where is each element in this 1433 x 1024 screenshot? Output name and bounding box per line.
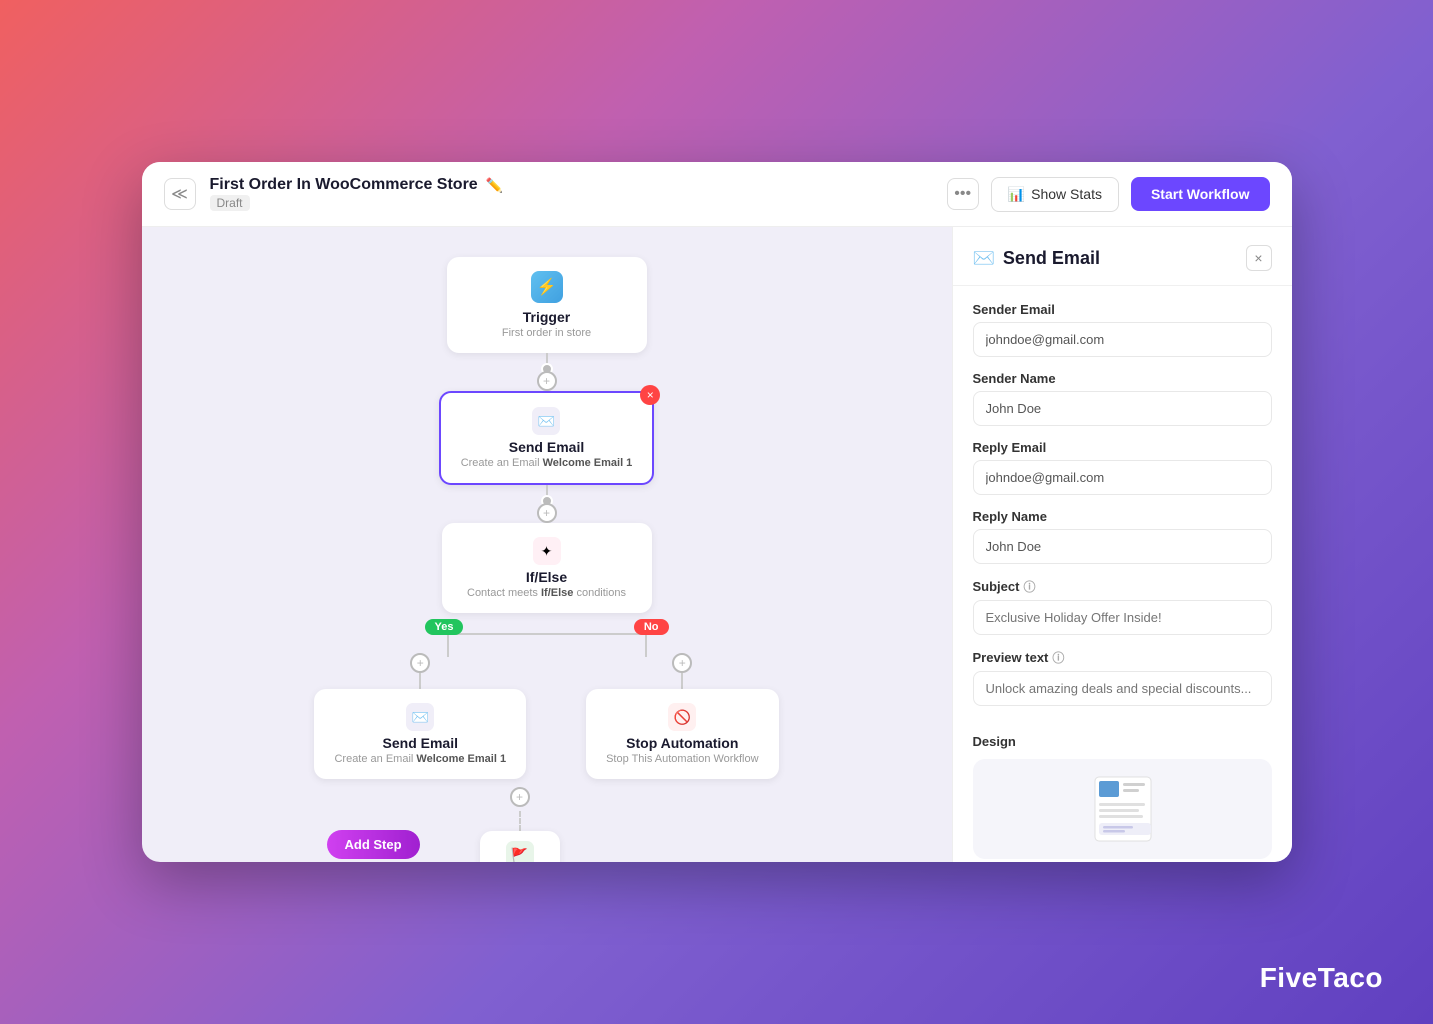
ifelse-icon: ✦	[533, 537, 561, 565]
trigger-icon: ⚡	[531, 271, 563, 303]
start-workflow-button[interactable]: Start Workflow	[1131, 177, 1270, 211]
preview-text-label: Preview text ⓘ	[973, 649, 1272, 666]
trigger-subtitle: First order in store	[467, 327, 627, 339]
content-area: ⚡ Trigger First order in store + × ✉️ Se…	[142, 227, 1292, 862]
header: ≪ First Order In WooCommerce Store ✏️ Dr…	[142, 162, 1292, 227]
yes-badge: Yes	[425, 619, 464, 635]
more-button[interactable]: •••	[947, 178, 979, 210]
no-branch: + 🚫 Stop Automation Stop This Automation…	[586, 653, 778, 779]
more-icon: •••	[954, 185, 971, 203]
send-email-yes-subtitle: Create an Email Welcome Email 1	[334, 753, 506, 765]
connector-1	[546, 353, 548, 371]
trigger-title: Trigger	[467, 309, 627, 325]
send-email-main-icon: ✉️	[532, 407, 560, 435]
reply-email-input[interactable]	[973, 460, 1272, 495]
branch-section: Yes No + ✉️ Send E	[314, 613, 778, 779]
panel-close-button[interactable]: ×	[1246, 245, 1272, 271]
right-panel: ✉️ Send Email × Sender Email Sender Name	[952, 227, 1292, 862]
status-badge: Draft	[210, 195, 250, 211]
exit-node[interactable]: 🚩 Exit	[480, 831, 560, 862]
sender-email-group: Sender Email	[973, 302, 1272, 357]
stop-automation-node[interactable]: 🚫 Stop Automation Stop This Automation W…	[586, 689, 778, 779]
branch-labels: Yes No	[397, 613, 697, 653]
sender-name-group: Sender Name	[973, 371, 1272, 426]
sender-name-label: Sender Name	[973, 371, 1272, 386]
no-badge: No	[634, 619, 669, 635]
branch-v-right	[645, 633, 647, 657]
add-between-send-ifelse[interactable]: +	[537, 503, 557, 523]
yes-branch: + ✉️ Send Email Create an Email Welcome …	[314, 653, 526, 779]
panel-body: Sender Email Sender Name Reply Email Rep…	[953, 286, 1292, 722]
add-step-button[interactable]: Add Step	[327, 830, 420, 859]
branch-nodes: + ✉️ Send Email Create an Email Welcome …	[314, 653, 778, 779]
send-email-main-node[interactable]: × ✉️ Send Email Create an Email Welcome …	[439, 391, 655, 485]
design-mockup-svg	[1077, 771, 1167, 847]
subject-group: Subject ⓘ	[973, 578, 1272, 635]
reply-email-label: Reply Email	[973, 440, 1272, 455]
edit-icon[interactable]: ✏️	[486, 177, 503, 194]
send-email-main-subtitle: Create an Email Welcome Email 1	[461, 457, 633, 469]
stats-icon: 📊	[1008, 186, 1025, 203]
design-label: Design	[973, 734, 1272, 749]
sender-name-input[interactable]	[973, 391, 1272, 426]
panel-email-icon: ✉️	[973, 248, 995, 269]
send-email-yes-icon: ✉️	[406, 703, 434, 731]
reply-email-group: Reply Email	[973, 440, 1272, 495]
send-email-yes-node[interactable]: ✉️ Send Email Create an Email Welcome Em…	[314, 689, 526, 779]
stop-icon: 🚫	[668, 703, 696, 731]
subject-help-icon[interactable]: ⓘ	[1023, 578, 1035, 595]
back-button[interactable]: ≪	[164, 178, 196, 210]
stop-subtitle: Stop This Automation Workflow	[606, 753, 758, 765]
ifelse-subtitle: Contact meets If/Else conditions	[462, 587, 632, 599]
add-no-branch[interactable]: +	[672, 653, 692, 673]
panel-title-area: ✉️ Send Email	[973, 248, 1100, 269]
title-area: First Order In WooCommerce Store ✏️ Draf…	[210, 176, 933, 212]
header-actions: ••• 📊 Show Stats Start Workflow	[947, 177, 1270, 212]
preview-text-group: Preview text ⓘ	[973, 649, 1272, 706]
branch-h-line	[447, 633, 647, 635]
add-yes-branch[interactable]: +	[410, 653, 430, 673]
show-stats-label: Show Stats	[1031, 186, 1102, 202]
sender-email-label: Sender Email	[973, 302, 1272, 317]
brand-logo: FiveTaco	[1260, 962, 1383, 994]
flow-container: ⚡ Trigger First order in store + × ✉️ Se…	[314, 257, 778, 862]
preview-text-help-icon[interactable]: ⓘ	[1052, 649, 1064, 666]
delete-node-button[interactable]: ×	[640, 385, 660, 405]
workflow-title: First Order In WooCommerce Store ✏️	[210, 176, 933, 194]
exit-icon: 🚩	[506, 841, 534, 862]
send-email-yes-title: Send Email	[334, 735, 506, 751]
trigger-node[interactable]: ⚡ Trigger First order in store	[447, 257, 647, 353]
v-line-yes	[419, 673, 421, 689]
reply-name-group: Reply Name	[973, 509, 1272, 564]
panel-header: ✉️ Send Email ×	[953, 227, 1292, 286]
connector-2	[546, 485, 548, 503]
reply-name-input[interactable]	[973, 529, 1272, 564]
title-text: First Order In WooCommerce Store	[210, 176, 478, 194]
exit-area: + 🚩 Exit	[480, 787, 560, 862]
sender-email-input[interactable]	[973, 322, 1272, 357]
panel-title-text: Send Email	[1003, 248, 1100, 269]
dashed-connector	[519, 811, 521, 831]
add-before-exit[interactable]: +	[510, 787, 530, 807]
branch-v-left	[447, 633, 449, 657]
workflow-canvas: ⚡ Trigger First order in store + × ✉️ Se…	[142, 227, 952, 862]
show-stats-button[interactable]: 📊 Show Stats	[991, 177, 1119, 212]
preview-text-input[interactable]	[973, 671, 1272, 706]
close-icon: ×	[1254, 250, 1262, 266]
back-icon: ≪	[171, 184, 188, 204]
subject-input[interactable]	[973, 600, 1272, 635]
reply-name-label: Reply Name	[973, 509, 1272, 524]
ifelse-node[interactable]: ✦ If/Else Contact meets If/Else conditio…	[442, 523, 652, 613]
v-line-no	[681, 673, 683, 689]
design-section: Design	[953, 722, 1292, 862]
main-card: ≪ First Order In WooCommerce Store ✏️ Dr…	[142, 162, 1292, 862]
add-exit-area: Add Step + 🚩 Exit	[397, 787, 697, 862]
ifelse-title: If/Else	[462, 569, 632, 585]
add-between-trigger-send[interactable]: +	[537, 371, 557, 391]
subject-label: Subject ⓘ	[973, 578, 1272, 595]
stop-title: Stop Automation	[606, 735, 758, 751]
send-email-main-title: Send Email	[461, 439, 633, 455]
design-preview[interactable]	[973, 759, 1272, 859]
